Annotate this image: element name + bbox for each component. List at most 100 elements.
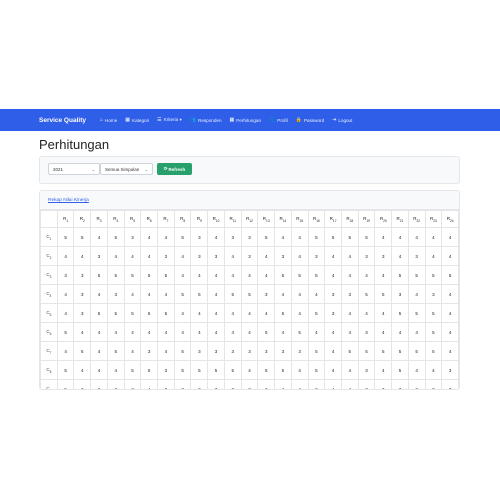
- nav-item-perhitungan[interactable]: ▦ Perhitungan: [230, 117, 262, 123]
- table-cell: 4: [290, 246, 309, 266]
- table-cell: 5: [424, 341, 443, 361]
- table-cell: 4: [340, 265, 359, 285]
- table-cell: 4: [223, 265, 242, 285]
- table-cell: 4: [340, 360, 359, 380]
- nav-item-password[interactable]: 🔒 Password: [296, 117, 324, 123]
- table-cell: 3: [207, 246, 225, 266]
- table-cell: 5: [340, 227, 359, 247]
- table-cell: 4: [90, 322, 108, 342]
- score-table: R1 R2 R3 R4 R5 R6 R7 R8 R9 R10 R11 R12 R13 R14 R15 R16 R…: [40, 210, 459, 389]
- column-header: R14: [274, 210, 292, 228]
- table-cell: 3: [190, 379, 209, 389]
- table-cell: 4: [123, 246, 142, 266]
- table-cell: 5: [391, 360, 409, 380]
- column-header: R3: [90, 210, 108, 228]
- table-cell: 4: [374, 265, 393, 285]
- table-cell: 4: [223, 303, 242, 323]
- table-cell: 4: [340, 322, 359, 342]
- table-cell: 4: [90, 227, 108, 247]
- table-cell: 4: [407, 284, 426, 304]
- table-cell: 5: [123, 303, 142, 323]
- table-cell: 4: [407, 227, 426, 247]
- table-cell: 4: [441, 303, 459, 323]
- column-header: R6: [140, 210, 159, 228]
- table-cell: 3: [240, 227, 259, 247]
- table-cell: 4: [140, 379, 159, 389]
- table-cell: 5: [307, 360, 326, 380]
- status-select[interactable]: Semua Simpulan ⌄: [100, 163, 153, 175]
- table-cell: 4: [207, 322, 225, 342]
- table-cell: 3: [223, 227, 242, 247]
- table-cell: 4: [123, 322, 142, 342]
- table-cell: 4: [240, 360, 259, 380]
- year-select[interactable]: 2021 ⌄: [48, 163, 100, 175]
- table-cell: 3: [190, 246, 209, 266]
- table-cell: 5: [173, 341, 192, 361]
- table-cell: 3: [90, 246, 108, 266]
- column-header: R11: [223, 210, 242, 228]
- table-cell: 5: [223, 360, 242, 380]
- nav-item-home[interactable]: ⌂ Home: [100, 117, 117, 123]
- refresh-button[interactable]: ⟳ Refresh: [157, 163, 192, 175]
- table-cell: 4: [391, 227, 409, 247]
- table-cell: 3: [424, 284, 443, 304]
- table-cell: 5: [357, 227, 376, 247]
- table-cell: 4: [157, 322, 175, 342]
- table-cell: 5: [307, 227, 326, 247]
- table-cell: 5: [106, 303, 125, 323]
- table-cell: 3: [340, 284, 359, 304]
- table-cell: 4: [240, 265, 259, 285]
- refresh-label: Refresh: [168, 166, 186, 172]
- table-cell: 5: [274, 303, 292, 323]
- table-icon: ▦: [229, 117, 235, 123]
- column-header: R19: [357, 210, 376, 228]
- table-cell: 3: [407, 246, 426, 266]
- table-row: C6 5 4 4 4 4 4 4 4 4 4 4 4 5 4 5 4 4 4 3 4 4 4 5 4: [40, 322, 459, 342]
- table-cell: 4: [73, 322, 92, 342]
- year-select-value: 2021: [53, 166, 64, 172]
- table-cell: 4: [324, 322, 342, 342]
- nav-item-logout[interactable]: ⇥ Logout: [332, 117, 352, 123]
- table-cell: 4: [240, 322, 259, 342]
- table-cell: 3: [307, 379, 326, 389]
- recap-link[interactable]: Rekap Nilai Kinerja: [48, 198, 89, 203]
- table-cell: 4: [324, 265, 342, 285]
- brand-link[interactable]: Service Quality: [39, 117, 86, 124]
- table-cell: 5: [374, 341, 393, 361]
- table-cell: 4: [340, 379, 359, 389]
- table-cell: 5: [257, 360, 276, 380]
- table-cell: 5: [73, 341, 92, 361]
- table-cell: 3: [374, 246, 393, 266]
- table-cell: 3: [190, 227, 209, 247]
- nav-item-kategori[interactable]: ▦ Kategori: [125, 117, 149, 123]
- status-select-value: Semua Simpulan: [105, 166, 140, 172]
- table-cell: 4: [274, 322, 292, 342]
- table-cell: 4: [324, 360, 342, 380]
- nav-item-responden[interactable]: 👥 Responden: [190, 117, 222, 123]
- column-header: R9: [190, 210, 209, 228]
- nav-item-label: Logout: [338, 117, 353, 123]
- column-header: R13: [257, 210, 276, 228]
- column-header: R21: [391, 210, 409, 228]
- column-header: R20: [374, 210, 393, 228]
- table-cell: 4: [391, 322, 409, 342]
- page-title: Perhitungan: [39, 137, 110, 152]
- table-cell: 5: [223, 284, 242, 304]
- column-header: R1: [56, 210, 75, 228]
- table-cell: 3: [90, 379, 108, 389]
- column-header: R15: [290, 210, 309, 228]
- table-cell: 5: [391, 303, 409, 323]
- table-cell: 3: [157, 379, 175, 389]
- column-header: R7: [157, 210, 175, 228]
- table-cell: 5: [424, 303, 443, 323]
- nav-item-profil[interactable]: 👤 Profil: [269, 117, 288, 123]
- nav-item-kriteria[interactable]: ☰ Kriteria ▾: [157, 117, 182, 123]
- table-cell: 4: [190, 265, 209, 285]
- column-header: R8: [173, 210, 192, 228]
- table-cell: 3: [73, 379, 92, 389]
- table-cell: 5: [407, 341, 426, 361]
- table-cell: 5: [324, 227, 342, 247]
- table-cell: 4: [106, 360, 125, 380]
- table-icon: ▦: [125, 117, 131, 123]
- table-cell: 5: [123, 265, 142, 285]
